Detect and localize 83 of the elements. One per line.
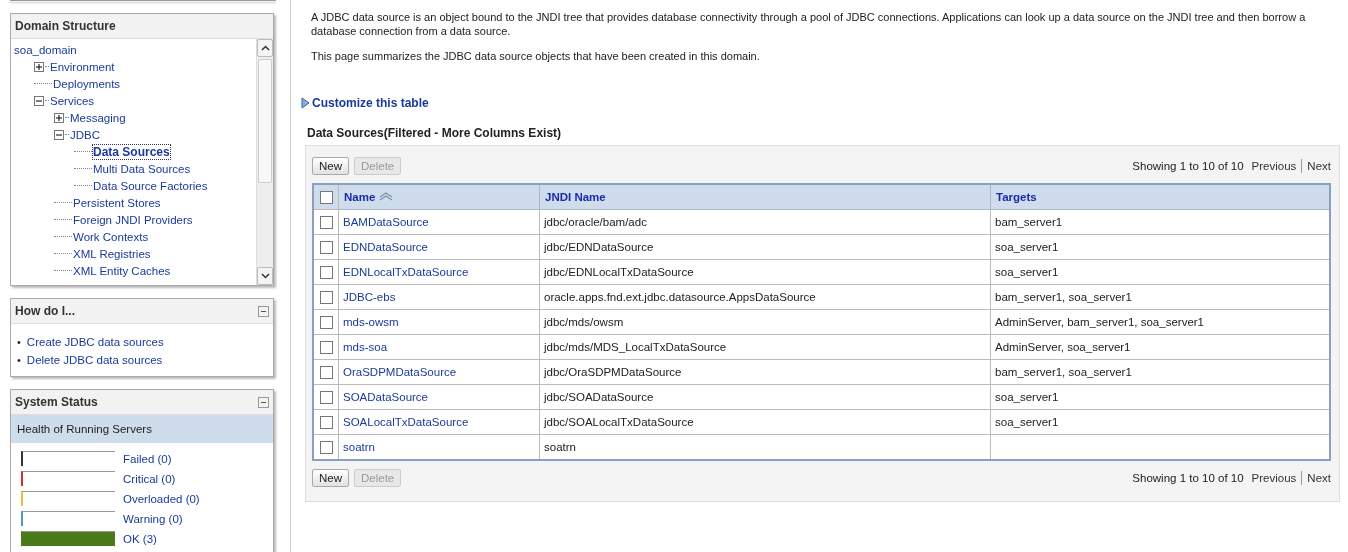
checkbox[interactable]	[319, 290, 333, 304]
table-cell: oracle.apps.fnd.ext.jdbc.datasource.AppsDataSource	[539, 284, 991, 310]
bullet: •	[17, 354, 21, 366]
checkbox[interactable]	[319, 315, 333, 329]
checkbox[interactable]	[319, 390, 333, 404]
column-header[interactable]: Targets	[990, 184, 1330, 210]
previous-link[interactable]: Previous	[1251, 160, 1297, 172]
panel-title: How do I...	[15, 304, 75, 318]
scroll-down-icon[interactable]	[257, 267, 273, 285]
tree-item[interactable]: XML Entity Caches	[73, 264, 171, 277]
description-text: A JDBC data source is an object bound to the JNDI tree that provides database connectivity through a pool of JDBC connections. Applications can look up a data source on the JNDI tree and then borrow a database connection from a data source.	[311, 10, 1307, 38]
checkbox[interactable]	[319, 240, 333, 254]
pager-summary: Showing 1 to 10 of 10	[1132, 160, 1244, 172]
table-cell: jdbc/EDNDataSource	[539, 234, 991, 260]
tree-item[interactable]: Data Sources	[93, 144, 170, 159]
tree-item[interactable]: Data Source Factories	[93, 179, 208, 192]
data-source-link[interactable]: EDNLocalTxDataSource	[343, 266, 469, 278]
data-source-link[interactable]: mds-owsm	[343, 316, 399, 328]
data-source-link[interactable]: SOALocalTxDataSource	[343, 416, 469, 428]
description-text: This page summarizes the JDBC data source objects that have been created in this domain.	[311, 49, 761, 63]
health-link[interactable]: Critical (0)	[123, 472, 176, 485]
data-source-link[interactable]: SOADataSource	[343, 391, 428, 403]
data-source-link[interactable]: BAMDataSource	[343, 216, 429, 228]
health-link[interactable]: Warning (0)	[123, 512, 183, 525]
data-source-link[interactable]: JDBC-ebs	[343, 291, 396, 303]
tree-item[interactable]: XML Registries	[73, 247, 151, 260]
checkbox[interactable]	[319, 265, 333, 279]
tree-item[interactable]: soa_domain	[14, 43, 77, 56]
column-header[interactable]: Name	[338, 184, 540, 210]
table-cell: jdbc/mds/MDS_LocalTxDataSource	[539, 334, 991, 360]
pager-summary: Showing 1 to 10 of 10	[1132, 472, 1244, 484]
expand-icon[interactable]	[34, 61, 44, 72]
tree-item[interactable]: Work Contexts	[73, 230, 149, 243]
checkbox[interactable]	[319, 440, 333, 454]
health-link[interactable]: OK (3)	[123, 532, 157, 545]
data-source-link[interactable]: soatrn	[343, 441, 375, 453]
panel-title: System Status	[15, 395, 98, 409]
collapse-icon[interactable]	[258, 396, 269, 408]
table-cell: jdbc/SOALocalTxDataSource	[539, 409, 991, 435]
table-cell: jdbc/EDNLocalTxDataSource	[539, 259, 991, 285]
previous-link[interactable]: Previous	[1251, 472, 1297, 484]
tree-item[interactable]: JDBC	[70, 128, 101, 141]
help-link[interactable]: Delete JDBC data sources	[26, 354, 163, 366]
table-cell: jdbc/OraSDPMDataSource	[539, 359, 991, 385]
collapse-icon[interactable]	[54, 129, 64, 140]
column-header[interactable]: JNDI Name	[539, 184, 991, 210]
tree-item[interactable]: Environment	[50, 60, 115, 73]
collapse-icon[interactable]	[34, 95, 44, 106]
toolbar-button[interactable]: New	[312, 157, 349, 175]
expand-icon[interactable]	[54, 112, 64, 123]
data-source-link[interactable]: OraSDPMDataSource	[343, 366, 457, 378]
table-cell: jdbc/oracle/bam/adc	[539, 209, 991, 235]
expand-arrow-icon[interactable]	[301, 97, 310, 109]
health-link[interactable]: Overloaded (0)	[123, 492, 200, 505]
scrollbar[interactable]	[256, 39, 273, 285]
health-link[interactable]: Failed (0)	[123, 452, 172, 465]
checkbox[interactable]	[319, 365, 333, 379]
bullet: •	[17, 336, 21, 348]
tree-item[interactable]: Services	[50, 94, 95, 107]
tree-item[interactable]: Persistent Stores	[73, 196, 161, 209]
tree-item[interactable]: Multi Data Sources	[93, 162, 191, 175]
next-link[interactable]: Next	[1307, 160, 1331, 172]
table-title: Data Sources(Filtered - More Columns Exist)	[307, 126, 563, 140]
customize-link[interactable]: Customize this table	[312, 96, 429, 110]
table-cell: jdbc/SOADataSource	[539, 384, 991, 410]
tree-item[interactable]: Foreign JNDI Providers	[73, 213, 193, 226]
data-source-link[interactable]: EDNDataSource	[343, 241, 428, 253]
section-header: Health of Running Servers	[11, 415, 273, 443]
checkbox[interactable]	[319, 190, 333, 204]
data-source-link[interactable]: mds-soa	[343, 341, 388, 353]
collapse-icon[interactable]	[258, 305, 269, 317]
table-cell: jdbc/mds/owsm	[539, 309, 991, 335]
panel-title: Domain Structure	[15, 19, 116, 33]
checkbox[interactable]	[319, 215, 333, 229]
help-link[interactable]: Create JDBC data sources	[26, 336, 164, 348]
tree-item[interactable]: Deployments	[53, 77, 121, 90]
sort-ascending-icon	[379, 192, 394, 201]
next-link[interactable]: Next	[1307, 472, 1331, 484]
checkbox[interactable]	[319, 415, 333, 429]
toolbar-button[interactable]: New	[312, 469, 349, 487]
tree-item[interactable]: Messaging	[70, 111, 126, 124]
checkbox[interactable]	[319, 340, 333, 354]
scroll-up-icon[interactable]	[257, 39, 273, 57]
